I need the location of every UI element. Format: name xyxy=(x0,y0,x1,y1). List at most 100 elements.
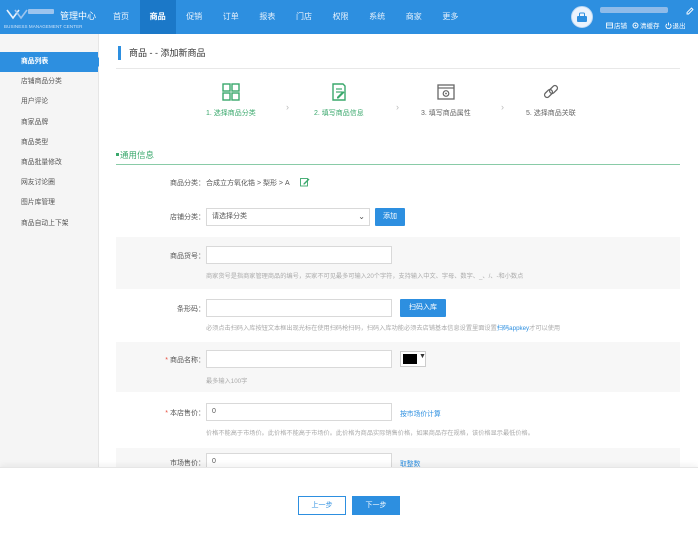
section-marker xyxy=(116,153,119,156)
logo[interactable]: 管理中心 BUSINESS MANAGEMENT CENTER xyxy=(4,3,100,31)
color-swatch xyxy=(403,354,417,364)
market-price-input[interactable]: 0 xyxy=(206,453,392,467)
sidebar-item-goods-list[interactable]: 商品列表 xyxy=(0,52,103,73)
sidebar-item-goods-types[interactable]: 商品类型 xyxy=(0,133,98,153)
price-label: * 本店售价： xyxy=(165,410,205,417)
sidebar-item-brands[interactable]: 商家品牌 xyxy=(0,113,98,133)
nav-permissions[interactable]: 权限 xyxy=(323,0,359,34)
window-gear-icon xyxy=(437,84,455,100)
appkey-link[interactable]: 扫码appkey xyxy=(497,325,529,332)
form-row-name: * 商品名称： ▼ 最多输入100字 xyxy=(116,342,680,392)
step-progress: 1. 选择商品分类 › 2. 填写商品信息 › 3. 填写商品属性 › 5. 选… xyxy=(206,82,606,122)
barcode-hint: 必须点击扫码入库按钮文本框出现光标在使用扫码枪扫码，扫码入库功能必须去店铺基本信… xyxy=(206,325,561,332)
next-step-button[interactable]: 下一步 xyxy=(352,496,400,515)
name-label: * 商品名称： xyxy=(165,357,205,364)
name-input[interactable] xyxy=(206,350,392,368)
form-row-category: 商品分类： 合成立方氧化锆 > 梨形 > A xyxy=(116,170,680,196)
form-row-store-category: 店铺分类： 请选择分类 ⌄ 添加 xyxy=(116,202,680,232)
prev-step-button[interactable]: 上一步 xyxy=(298,496,346,515)
top-bar: 管理中心 BUSINESS MANAGEMENT CENTER 首页 商品 促销… xyxy=(0,0,698,34)
sidebar-item-batch-edit[interactable]: 商品批量修改 xyxy=(0,153,98,173)
logo-brand xyxy=(28,9,54,14)
form-row-sku: 商品货号： 商家货号是指商家管理商品的编号，买家不可见最多可输入20个字符，支持… xyxy=(116,237,680,289)
avatar[interactable] xyxy=(571,6,593,28)
main-nav: 首页 商品 促销 订单 报表 门店 权限 系统 商家 更多 xyxy=(103,0,469,34)
main-content: 商品 - - 添加新商品 1. 选择商品分类 › 2. 填写商品信息 › 3. … xyxy=(99,34,698,467)
market-price-label: 市场售价： xyxy=(170,460,205,467)
sku-hint: 商家货号是指商家管理商品的编号，买家不可见最多可输入20个字符，支持输入中文、字… xyxy=(206,273,524,280)
page-title: 商品 - - 添加新商品 xyxy=(118,46,206,60)
chevron-right-icon: › xyxy=(286,102,289,112)
user-icon xyxy=(577,12,587,22)
divider xyxy=(116,68,680,69)
name-hint: 最多输入100字 xyxy=(206,378,248,385)
edit-profile-icon[interactable] xyxy=(686,7,694,15)
sku-label: 商品货号： xyxy=(170,253,205,260)
store-category-placeholder: 请选择分类 xyxy=(212,213,247,220)
store-icon xyxy=(606,22,613,28)
link-icon xyxy=(543,84,558,99)
sidebar-item-image-library[interactable]: 图片库管理 xyxy=(0,193,98,213)
category-value: 合成立方氧化锆 > 梨形 > A xyxy=(206,180,290,187)
required-asterisk: * xyxy=(165,410,168,417)
header-title: 管理中心 xyxy=(60,11,97,21)
nav-stores[interactable]: 门店 xyxy=(286,0,322,34)
store-category-select[interactable]: 请选择分类 ⌄ xyxy=(206,208,370,226)
category-label: 商品分类： xyxy=(170,180,205,187)
add-category-button[interactable]: 添加 xyxy=(375,208,405,226)
sidebar-item-auto-shelf[interactable]: 商品自动上下架 xyxy=(0,214,98,234)
edit-icon[interactable] xyxy=(300,177,310,187)
step-2-label: 2. 填写商品信息 xyxy=(314,110,364,117)
nav-reports[interactable]: 报表 xyxy=(249,0,285,34)
barcode-label: 条形码： xyxy=(177,306,205,313)
nav-home[interactable]: 首页 xyxy=(103,0,139,34)
chevron-right-icon: › xyxy=(501,102,504,112)
step-1-label: 1. 选择商品分类 xyxy=(206,110,256,117)
sidebar-item-store-category[interactable]: 店铺商品分类 xyxy=(0,72,98,92)
grid-icon xyxy=(222,83,240,101)
step-1[interactable]: 1. 选择商品分类 xyxy=(206,82,256,118)
section-divider xyxy=(116,164,680,165)
step-4-label: 5. 选择商品关联 xyxy=(526,110,576,117)
gear-icon xyxy=(632,22,639,28)
step-4[interactable]: 5. 选择商品关联 xyxy=(526,82,576,118)
user-name-redacted xyxy=(600,7,668,13)
color-picker[interactable]: ▼ xyxy=(400,351,426,367)
price-input[interactable]: 0 xyxy=(206,403,392,421)
step-3-label: 3. 填写商品属性 xyxy=(421,110,471,117)
clear-cache-link[interactable]: 清缓存 xyxy=(632,20,660,30)
nav-orders[interactable]: 订单 xyxy=(213,0,249,34)
step-2[interactable]: 2. 填写商品信息 xyxy=(314,82,364,118)
store-category-label: 店铺分类： xyxy=(170,214,205,221)
calc-by-market-link[interactable]: 按市场价计算 xyxy=(400,408,441,418)
nav-more[interactable]: 更多 xyxy=(432,0,468,34)
form-row-barcode: 条形码： 扫码入库 必须点击扫码入库按钮文本框出现光标在使用扫码枪扫码，扫码入库… xyxy=(116,292,680,340)
top-links: 店铺 清缓存 退出 xyxy=(606,20,686,30)
sidebar: 商品列表 店铺商品分类 用户评论 商家品牌 商品类型 商品批量修改 网友讨论圈 … xyxy=(0,34,103,467)
step-3[interactable]: 3. 填写商品属性 xyxy=(421,82,471,118)
barcode-input[interactable] xyxy=(206,299,392,317)
sidebar-item-user-comments[interactable]: 用户评论 xyxy=(0,92,98,112)
nav-promotion[interactable]: 促销 xyxy=(176,0,212,34)
chevron-down-icon: ⌄ xyxy=(358,212,365,221)
logout-link[interactable]: 退出 xyxy=(664,20,686,30)
caret-down-icon: ▼ xyxy=(419,353,426,360)
form-row-price: * 本店售价： 0 按市场价计算 价格不能高于市场价。此价格不能高于市场价。此价格… xyxy=(116,398,680,444)
power-icon xyxy=(664,22,672,29)
section-title: 通用信息 xyxy=(120,150,155,160)
document-edit-icon xyxy=(332,83,346,101)
price-hint: 价格不能高于市场价。此价格不能高于市场价。此价格为商品实际销售价格，如果商品存在… xyxy=(206,430,534,437)
footer-actions: 上一步 下一步 xyxy=(0,467,698,533)
form-row-market-price: 市场售价： 0 取整数 xyxy=(116,448,680,467)
store-link[interactable]: 店铺 xyxy=(606,20,627,30)
nav-merchants[interactable]: 商家 xyxy=(396,0,432,34)
sku-input[interactable] xyxy=(206,246,392,264)
nav-goods[interactable]: 商品 xyxy=(139,0,176,34)
required-asterisk: * xyxy=(165,357,168,364)
round-integer-link[interactable]: 取整数 xyxy=(400,458,420,467)
scan-barcode-button[interactable]: 扫码入库 xyxy=(400,299,446,317)
sidebar-item-discussion[interactable]: 网友讨论圈 xyxy=(0,173,98,193)
header-subtitle: BUSINESS MANAGEMENT CENTER xyxy=(4,24,83,29)
nav-system[interactable]: 系统 xyxy=(359,0,395,34)
chevron-right-icon: › xyxy=(396,102,399,112)
